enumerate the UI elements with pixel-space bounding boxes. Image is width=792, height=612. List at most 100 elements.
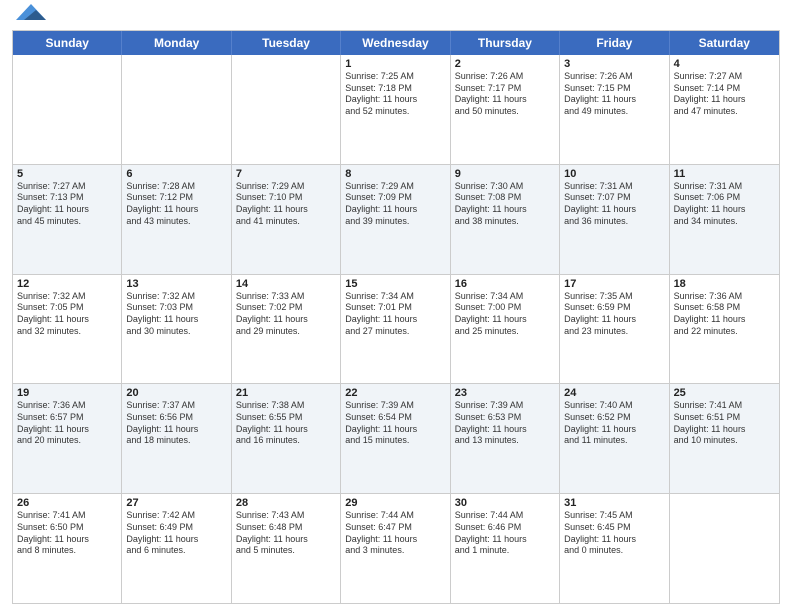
cell-info: and 25 minutes. xyxy=(455,326,555,338)
cell-info: Daylight: 11 hours xyxy=(564,94,664,106)
cell-info: Daylight: 11 hours xyxy=(674,314,775,326)
day-number: 4 xyxy=(674,58,775,70)
cell-info: and 15 minutes. xyxy=(345,435,445,447)
calendar-cell: 16Sunrise: 7:34 AMSunset: 7:00 PMDayligh… xyxy=(451,275,560,384)
cell-info: Daylight: 11 hours xyxy=(674,94,775,106)
cell-info: Sunrise: 7:26 AM xyxy=(564,71,664,83)
day-number: 31 xyxy=(564,497,664,509)
logo-icon xyxy=(16,2,46,22)
cell-info: Sunset: 6:59 PM xyxy=(564,302,664,314)
day-number: 7 xyxy=(236,168,336,180)
day-number: 9 xyxy=(455,168,555,180)
cell-info: Sunrise: 7:33 AM xyxy=(236,291,336,303)
cell-info: Sunset: 7:12 PM xyxy=(126,192,226,204)
cell-info: Daylight: 11 hours xyxy=(17,204,117,216)
day-number: 25 xyxy=(674,387,775,399)
cell-info: Sunset: 7:13 PM xyxy=(17,192,117,204)
cell-info: Daylight: 11 hours xyxy=(564,204,664,216)
calendar-cell: 9Sunrise: 7:30 AMSunset: 7:08 PMDaylight… xyxy=(451,165,560,274)
cell-info: Sunrise: 7:26 AM xyxy=(455,71,555,83)
cell-info: Daylight: 11 hours xyxy=(345,204,445,216)
cell-info: Sunset: 7:08 PM xyxy=(455,192,555,204)
cell-info: Sunrise: 7:41 AM xyxy=(17,510,117,522)
cell-info: Daylight: 11 hours xyxy=(455,534,555,546)
cell-info: Daylight: 11 hours xyxy=(17,314,117,326)
calendar-cell: 18Sunrise: 7:36 AMSunset: 6:58 PMDayligh… xyxy=(670,275,779,384)
cell-info: Sunrise: 7:25 AM xyxy=(345,71,445,83)
day-number: 8 xyxy=(345,168,445,180)
calendar-cell: 13Sunrise: 7:32 AMSunset: 7:03 PMDayligh… xyxy=(122,275,231,384)
cell-info: Daylight: 11 hours xyxy=(236,204,336,216)
calendar-cell: 7Sunrise: 7:29 AMSunset: 7:10 PMDaylight… xyxy=(232,165,341,274)
calendar: SundayMondayTuesdayWednesdayThursdayFrid… xyxy=(12,30,780,604)
calendar-cell: 3Sunrise: 7:26 AMSunset: 7:15 PMDaylight… xyxy=(560,55,669,164)
cell-info: Sunrise: 7:38 AM xyxy=(236,400,336,412)
calendar-row-2: 12Sunrise: 7:32 AMSunset: 7:05 PMDayligh… xyxy=(13,274,779,384)
calendar-cell: 6Sunrise: 7:28 AMSunset: 7:12 PMDaylight… xyxy=(122,165,231,274)
day-number: 27 xyxy=(126,497,226,509)
logo xyxy=(12,10,46,22)
cell-info: Sunrise: 7:27 AM xyxy=(674,71,775,83)
cell-info: and 30 minutes. xyxy=(126,326,226,338)
day-header-thursday: Thursday xyxy=(451,31,560,55)
day-header-saturday: Saturday xyxy=(670,31,779,55)
cell-info: Sunset: 6:46 PM xyxy=(455,522,555,534)
cell-info: Daylight: 11 hours xyxy=(455,314,555,326)
calendar-body: 1Sunrise: 7:25 AMSunset: 7:18 PMDaylight… xyxy=(13,55,779,603)
cell-info: and 18 minutes. xyxy=(126,435,226,447)
cell-info: Sunset: 7:00 PM xyxy=(455,302,555,314)
cell-info: Sunset: 6:51 PM xyxy=(674,412,775,424)
day-header-wednesday: Wednesday xyxy=(341,31,450,55)
cell-info: Daylight: 11 hours xyxy=(345,534,445,546)
calendar-cell: 4Sunrise: 7:27 AMSunset: 7:14 PMDaylight… xyxy=(670,55,779,164)
calendar-cell xyxy=(232,55,341,164)
calendar-row-0: 1Sunrise: 7:25 AMSunset: 7:18 PMDaylight… xyxy=(13,55,779,164)
cell-info: Sunrise: 7:40 AM xyxy=(564,400,664,412)
day-number: 29 xyxy=(345,497,445,509)
cell-info: and 10 minutes. xyxy=(674,435,775,447)
cell-info: Sunset: 6:54 PM xyxy=(345,412,445,424)
cell-info: Sunrise: 7:36 AM xyxy=(17,400,117,412)
cell-info: Sunrise: 7:32 AM xyxy=(126,291,226,303)
calendar-cell: 11Sunrise: 7:31 AMSunset: 7:06 PMDayligh… xyxy=(670,165,779,274)
cell-info: Sunrise: 7:44 AM xyxy=(455,510,555,522)
cell-info: Daylight: 11 hours xyxy=(236,534,336,546)
cell-info: and 50 minutes. xyxy=(455,106,555,118)
cell-info: Sunset: 7:15 PM xyxy=(564,83,664,95)
page-container: SundayMondayTuesdayWednesdayThursdayFrid… xyxy=(0,0,792,612)
day-number: 1 xyxy=(345,58,445,70)
cell-info: Daylight: 11 hours xyxy=(564,534,664,546)
calendar-cell: 1Sunrise: 7:25 AMSunset: 7:18 PMDaylight… xyxy=(341,55,450,164)
day-number: 15 xyxy=(345,278,445,290)
cell-info: Sunset: 6:55 PM xyxy=(236,412,336,424)
day-number: 5 xyxy=(17,168,117,180)
calendar-cell xyxy=(122,55,231,164)
day-header-monday: Monday xyxy=(122,31,231,55)
cell-info: Sunset: 6:57 PM xyxy=(17,412,117,424)
calendar-cell: 26Sunrise: 7:41 AMSunset: 6:50 PMDayligh… xyxy=(13,494,122,603)
cell-info: Daylight: 11 hours xyxy=(17,534,117,546)
cell-info: Sunrise: 7:28 AM xyxy=(126,181,226,193)
calendar-row-3: 19Sunrise: 7:36 AMSunset: 6:57 PMDayligh… xyxy=(13,383,779,493)
cell-info: Sunrise: 7:31 AM xyxy=(564,181,664,193)
calendar-cell: 8Sunrise: 7:29 AMSunset: 7:09 PMDaylight… xyxy=(341,165,450,274)
day-number: 22 xyxy=(345,387,445,399)
cell-info: and 39 minutes. xyxy=(345,216,445,228)
cell-info: Daylight: 11 hours xyxy=(674,204,775,216)
cell-info: Daylight: 11 hours xyxy=(674,424,775,436)
cell-info: Daylight: 11 hours xyxy=(345,94,445,106)
cell-info: and 20 minutes. xyxy=(17,435,117,447)
day-header-tuesday: Tuesday xyxy=(232,31,341,55)
calendar-cell: 24Sunrise: 7:40 AMSunset: 6:52 PMDayligh… xyxy=(560,384,669,493)
cell-info: Sunset: 7:10 PM xyxy=(236,192,336,204)
day-number: 18 xyxy=(674,278,775,290)
calendar-cell: 30Sunrise: 7:44 AMSunset: 6:46 PMDayligh… xyxy=(451,494,560,603)
calendar-header: SundayMondayTuesdayWednesdayThursdayFrid… xyxy=(13,31,779,55)
cell-info: and 16 minutes. xyxy=(236,435,336,447)
cell-info: Sunrise: 7:39 AM xyxy=(455,400,555,412)
cell-info: Sunset: 7:07 PM xyxy=(564,192,664,204)
calendar-row-4: 26Sunrise: 7:41 AMSunset: 6:50 PMDayligh… xyxy=(13,493,779,603)
cell-info: Sunrise: 7:43 AM xyxy=(236,510,336,522)
day-number: 14 xyxy=(236,278,336,290)
cell-info: and 29 minutes. xyxy=(236,326,336,338)
